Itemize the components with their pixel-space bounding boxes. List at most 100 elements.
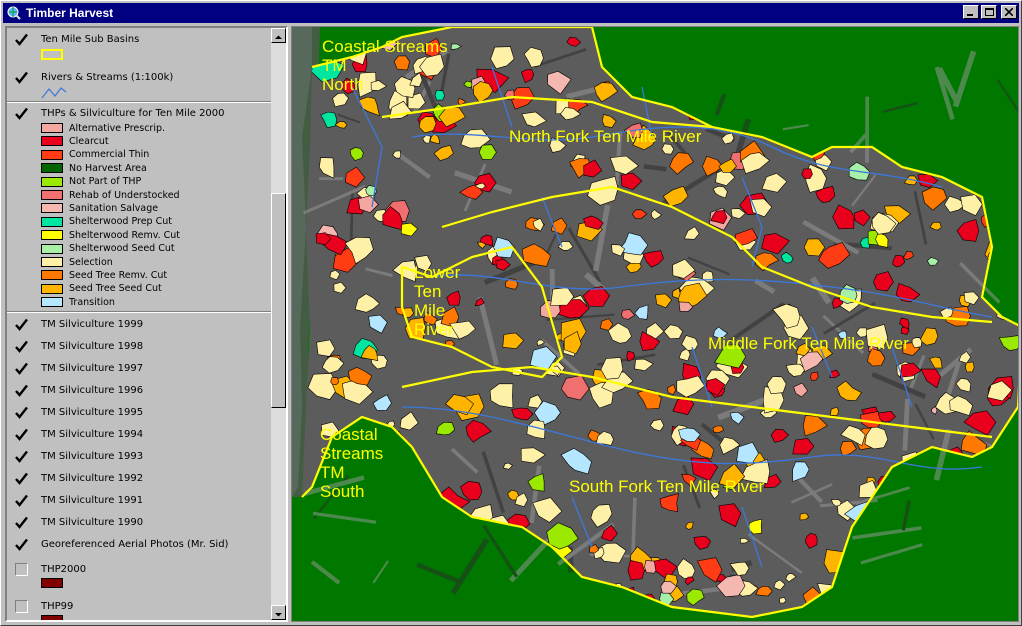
layer-rivers-streams-1-100k-checkbox-checked[interactable] [15,71,28,84]
layer-tm-silviculture-1991[interactable]: TM Silviculture 1991 [7,492,271,508]
layer-tm-silviculture-1994-checkbox-checked[interactable] [15,428,28,441]
title-bar[interactable]: Timber Harvest [3,3,1019,23]
layer-tm-silviculture-1998-checkbox-checked[interactable] [15,340,28,353]
layer-tm-silviculture-1995[interactable]: TM Silviculture 1995 [7,404,271,420]
legend-item-no-harvest-area: No Harvest Area [41,162,147,174]
legend-label: Not Part of THP [69,176,142,188]
layer-thps-silviculture-for-ten-mile-2000-checkbox-checked[interactable] [15,107,28,120]
layer-tm-silviculture-1999-checkbox-checked[interactable] [15,318,28,331]
legend-swatch [41,230,63,241]
toc-scrollbar[interactable] [271,28,286,620]
scroll-down-button[interactable] [271,605,286,620]
layer-separator [7,311,271,313]
app-window: Timber Harvest Ten Mile Sub Basins Rivers… [0,0,1022,626]
legend-swatch [41,136,63,147]
legend-item-seed-tree-seed-cut: Seed Tree Seed Cut [41,283,162,295]
layer-tm-silviculture-1994[interactable]: TM Silviculture 1994 [7,426,271,442]
layer-tm-silviculture-1993[interactable]: TM Silviculture 1993 [7,448,271,464]
terrain-ridge [643,164,667,172]
scroll-up-button[interactable] [271,28,286,43]
layer-thp2000-checkbox[interactable] [15,563,28,576]
legend-swatch [41,123,63,133]
close-button[interactable] [1001,5,1017,19]
legend-label: Seed Tree Seed Cut [69,283,162,295]
layer-tm-silviculture-1992-checkbox-checked[interactable] [15,472,28,485]
table-of-contents: Ten Mile Sub Basins Rivers & Streams (1:1… [5,26,288,622]
layer-name: TM Silviculture 1991 [41,495,144,506]
map-canvas[interactable] [292,27,1018,621]
layer-georeferenced-aerial-photos-mr-sid[interactable]: Georeferenced Aerial Photos (Mr. Sid) [7,536,271,552]
arrow-up-icon [275,35,282,39]
legend-label: Sanitation Salvage [69,202,159,214]
layer-tm-silviculture-1997[interactable]: TM Silviculture 1997 [7,360,271,376]
layer-name: TM Silviculture 1994 [41,429,144,440]
layer-thps-silviculture-for-ten-mile-2000[interactable]: THPs & Silviculture for Ten Mile 2000 [7,105,271,121]
legend-swatch [41,257,63,267]
terrain-ridge [631,497,637,555]
layer-tm-silviculture-1999[interactable]: TM Silviculture 1999 [7,316,271,332]
legend-item-seed-tree-remv-cut: Seed Tree Remv. Cut [41,269,167,281]
layer-name: TM Silviculture 1997 [41,363,144,374]
layer-tm-silviculture-1991-checkbox-checked[interactable] [15,494,28,507]
legend-swatch [41,176,63,187]
legend-swatch [41,297,63,308]
layer-tm-silviculture-1998[interactable]: TM Silviculture 1998 [7,338,271,354]
harvest-parcel [627,560,645,581]
maximize-button[interactable] [981,5,997,19]
legend-item-rehab-of-understocked: Rehab of Understocked [41,189,180,201]
legend-label: Seed Tree Remv. Cut [69,269,168,281]
layer-separator [7,101,271,103]
map-label-coastal-south: Coastal Streams TM South [320,425,384,501]
legend-label: Clearcut [69,135,109,147]
legend-swatch [41,203,63,214]
map-label-middle-fork: Middle Fork Ten Mile River [708,334,909,353]
layer-name: TM Silviculture 1993 [41,451,144,462]
layer-tm-silviculture-1996[interactable]: TM Silviculture 1996 [7,382,271,398]
legend-swatch [41,216,63,227]
layer-name: TM Silviculture 1996 [41,385,144,396]
legend-label: Shelterwood Remv. Cut [69,229,181,241]
layer-name: Rivers & Streams (1:100k) [41,72,174,83]
legend-label: Transition [69,296,115,308]
layer-name: THPs & Silviculture for Ten Mile 2000 [41,108,225,119]
minimize-button[interactable] [963,5,979,19]
legend-swatch [41,270,63,281]
layer-tm-silviculture-1993-checkbox-checked[interactable] [15,450,28,463]
layer-thp99-checkbox[interactable] [15,600,28,613]
minimize-icon [967,14,973,16]
layer-thp2000[interactable]: THP2000 [7,561,271,577]
legend-swatch [41,163,63,174]
layer-name: TM Silviculture 1998 [41,341,144,352]
map-view[interactable]: Coastal Streams TM North North Fork Ten … [291,26,1019,622]
layer-tm-silviculture-1997-checkbox-checked[interactable] [15,362,28,375]
maximize-icon [985,8,994,16]
layer-tm-silviculture-1990-checkbox-checked[interactable] [15,516,28,529]
layer-rivers-streams-1-100k[interactable]: Rivers & Streams (1:100k) [7,69,271,85]
layer-name: Georeferenced Aerial Photos (Mr. Sid) [41,539,229,550]
map-label-coastal-north: Coastal Streams TM North [322,37,448,94]
layer-ten-mile-sub-basins-checkbox-checked[interactable] [15,33,28,46]
layer-tm-silviculture-1990[interactable]: TM Silviculture 1990 [7,514,271,530]
layer-tm-silviculture-1992[interactable]: TM Silviculture 1992 [7,470,271,486]
legend-swatch [41,243,63,254]
layer-tm-silviculture-1995-checkbox-checked[interactable] [15,406,28,419]
arrow-down-icon [275,613,282,617]
legend-label: Shelterwood Prep Cut [69,216,172,228]
layer-georeferenced-aerial-photos-mr-sid-checkbox-checked[interactable] [15,538,28,551]
scroll-thumb[interactable] [271,193,286,408]
layer-tm-silviculture-1996-checkbox-checked[interactable] [15,384,28,397]
sub-basin-outline-swatch [41,49,63,60]
harvest-parcel [801,168,813,179]
legend-label: Selection [69,256,113,268]
legend-item-not-part-of-thp: Not Part of THP [41,176,141,188]
layer-name: TM Silviculture 1990 [41,517,144,528]
legend-item-transition: Transition [41,296,115,308]
legend-label: Rehab of Understocked [69,189,180,201]
legend-label: Commercial Thin [69,149,150,161]
legend-swatch [41,149,63,160]
map-label-south-fork: South Fork Ten Mile River [569,477,765,496]
layer-thp99[interactable]: THP99 [7,598,271,614]
layer-ten-mile-sub-basins[interactable]: Ten Mile Sub Basins [7,31,271,47]
close-icon [1005,8,1013,16]
layer-swatch [41,578,63,588]
